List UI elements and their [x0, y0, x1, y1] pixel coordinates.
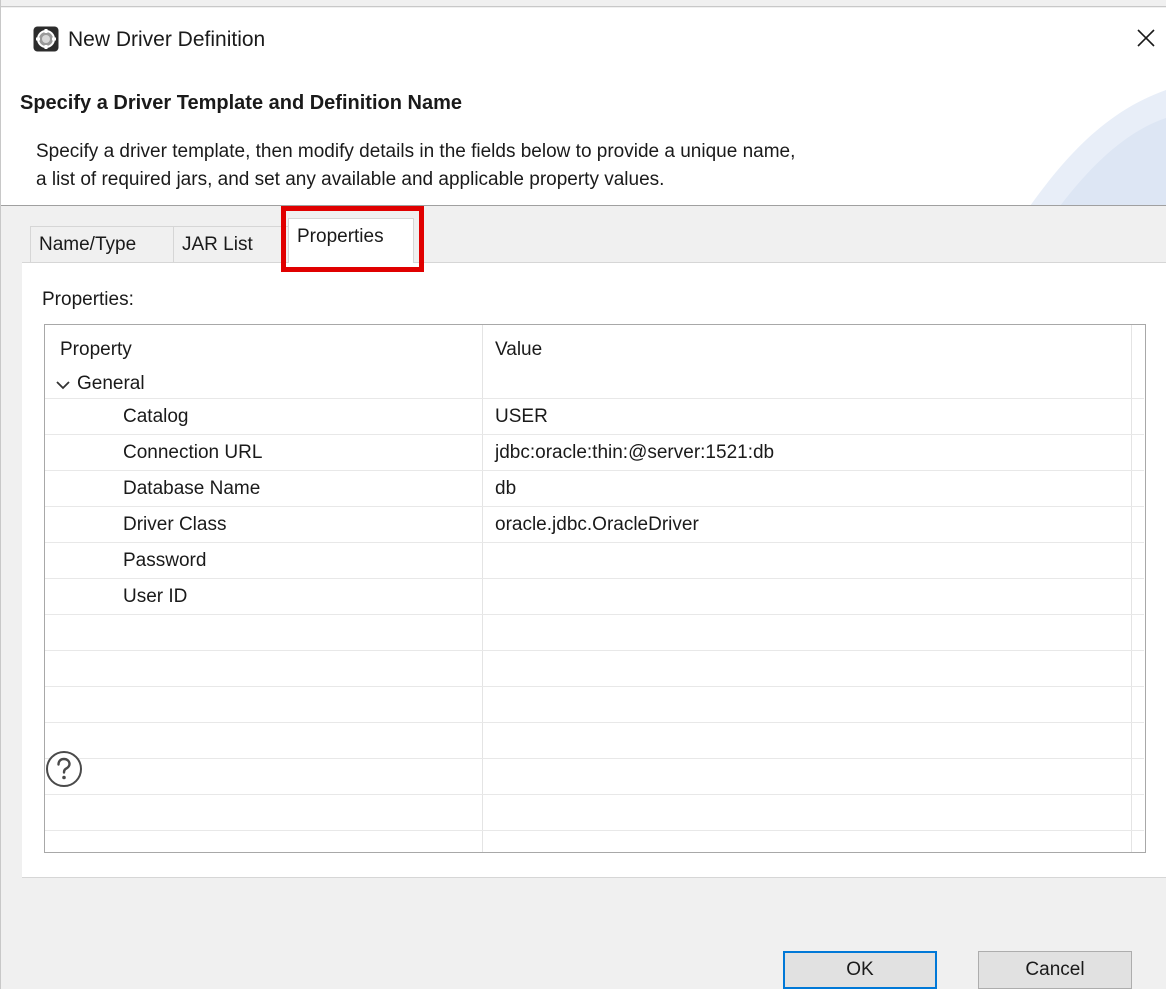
table-row[interactable]: Password [45, 543, 1144, 579]
eclipse-gear-icon [33, 26, 59, 52]
table-row[interactable]: Catalog USER [45, 399, 1144, 435]
property-value[interactable]: jdbc:oracle:thin:@server:1521:db [495, 435, 774, 471]
close-button[interactable] [1130, 22, 1162, 54]
wizard-description-line1: Specify a driver template, then modify d… [36, 141, 796, 162]
empty-row [45, 723, 1144, 759]
tab-name-type[interactable]: Name/Type [30, 226, 174, 262]
close-icon [1137, 29, 1155, 47]
help-button[interactable] [45, 750, 83, 788]
property-name: Connection URL [123, 442, 263, 463]
group-label-general: General [77, 373, 145, 394]
wizard-description-line2: a list of required jars, and set any ava… [36, 169, 665, 190]
column-header-property[interactable]: Property [60, 339, 132, 361]
property-name: Password [123, 550, 207, 571]
empty-row [45, 687, 1144, 723]
wizard-header: Specify a Driver Template and Definition… [0, 70, 1166, 206]
window-left-edge [0, 0, 1, 989]
help-icon [46, 751, 82, 787]
property-name: Catalog [123, 406, 189, 427]
header-separator [0, 205, 1166, 206]
title-bar: New Driver Definition [0, 8, 1166, 70]
table-row[interactable]: User ID [45, 579, 1144, 615]
empty-row [45, 615, 1144, 651]
tree-row-general[interactable]: General [45, 369, 1144, 399]
column-header-value[interactable]: Value [495, 339, 542, 361]
window-title: New Driver Definition [68, 28, 266, 51]
empty-row [45, 651, 1144, 687]
tab-jar-list[interactable]: JAR List [173, 226, 289, 262]
chevron-down-icon[interactable] [55, 379, 71, 391]
property-name: Driver Class [123, 514, 227, 535]
empty-row [45, 759, 1144, 795]
empty-row [45, 831, 1144, 852]
property-value[interactable]: USER [495, 399, 548, 435]
table-row[interactable]: Database Name db [45, 471, 1144, 507]
cancel-button[interactable]: Cancel [978, 951, 1132, 989]
window-top-edge [0, 0, 1166, 8]
tab-properties[interactable]: Properties [288, 218, 414, 263]
property-value[interactable]: oracle.jdbc.OracleDriver [495, 507, 699, 543]
property-name: User ID [123, 586, 188, 607]
table-row[interactable]: Connection URL jdbc:oracle:thin:@server:… [45, 435, 1144, 471]
properties-label: Properties: [42, 289, 134, 310]
table-row[interactable]: Driver Class oracle.jdbc.OracleDriver [45, 507, 1144, 543]
empty-row [45, 795, 1144, 831]
ok-button[interactable]: OK [783, 951, 937, 989]
properties-table[interactable]: Property Value General Catalog USER Conn… [44, 324, 1146, 853]
wizard-title: Specify a Driver Template and Definition… [20, 92, 462, 114]
property-name: Database Name [123, 478, 261, 499]
wizard-description: Specify a driver template, then modify d… [36, 138, 1036, 194]
property-value[interactable]: db [495, 471, 516, 507]
properties-tab-panel: Properties: Property Value General Catal… [22, 262, 1166, 878]
